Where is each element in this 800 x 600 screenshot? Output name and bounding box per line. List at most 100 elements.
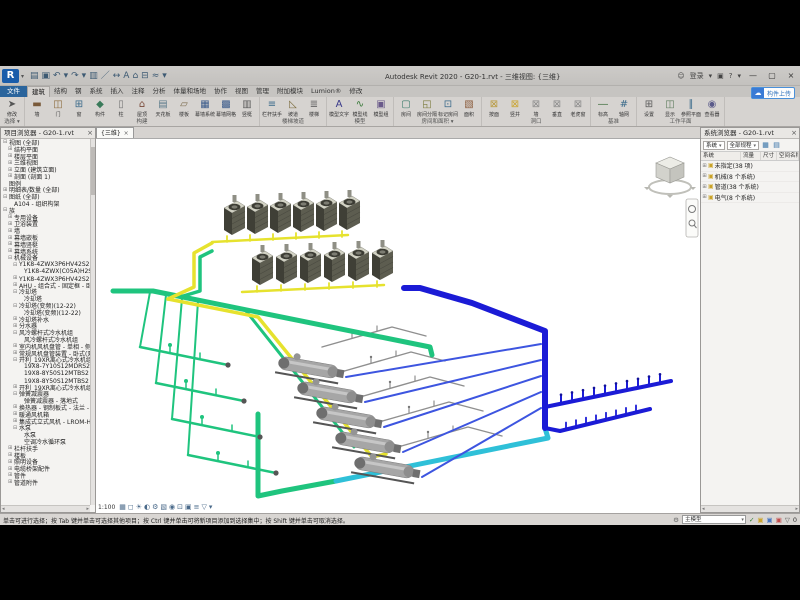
ribbon-tab-系统[interactable]: 系统 <box>86 86 107 97</box>
redo-icon[interactable]: ↷ <box>71 70 79 82</box>
ribbon-button-面积[interactable]: ▧面积 <box>459 98 479 118</box>
ribbon-button-幕墙网格[interactable]: ▩幕墙网格 <box>216 98 236 118</box>
ribbon-button-楼板[interactable]: ▱楼板 <box>174 98 194 118</box>
tree-item[interactable]: ⊞管道附件 <box>1 479 90 486</box>
ribbon-button-墙[interactable]: ▬墙 <box>27 98 47 118</box>
restore-button[interactable]: ▢ <box>765 69 779 82</box>
green-condenser-pipes[interactable] <box>113 251 432 496</box>
ribbon-button-坡道[interactable]: ◺坡道 <box>283 98 303 118</box>
ribbon-tab-结构[interactable]: 结构 <box>50 86 71 97</box>
selection-filter-icon[interactable]: ▽ <box>785 516 790 524</box>
file-tab[interactable]: 文件 <box>0 86 27 97</box>
crop-view-icon[interactable]: ▧ <box>160 503 167 512</box>
minimize-button[interactable]: — <box>746 69 760 82</box>
editable-only-icon[interactable]: ✓ <box>749 516 754 524</box>
chiller-unit[interactable] <box>332 425 403 459</box>
view-tab-3d[interactable]: {三维} × <box>96 127 134 138</box>
system-browser-close-icon[interactable]: × <box>791 128 797 139</box>
scale-button[interactable]: 1:100 <box>98 504 115 511</box>
ribbon-button-楼梯[interactable]: ≣楼梯 <box>304 98 324 118</box>
ribbon-button-老虎窗[interactable]: ⊠老虎窗 <box>568 98 588 118</box>
view-tab-close-icon[interactable]: × <box>124 128 129 138</box>
expand-toggle-icon[interactable]: ⊞ <box>701 173 708 179</box>
undo-caret-icon[interactable]: ▾ <box>64 70 69 82</box>
signin-label[interactable]: 登录 <box>690 71 704 81</box>
ribbon-button-竖梃[interactable]: ▥竖梃 <box>237 98 257 118</box>
open-icon[interactable]: ▤ <box>30 70 39 82</box>
3d-model-viewport[interactable] <box>96 139 700 513</box>
filter-count[interactable]: 0 <box>793 516 797 524</box>
measure-icon[interactable]: ／ <box>101 70 110 82</box>
ribbon-button-柱[interactable]: ▯柱 <box>111 98 131 118</box>
save-icon[interactable]: ▣ <box>42 70 51 82</box>
ribbon-button-修改[interactable]: ➤修改 <box>2 98 22 118</box>
ribbon-tab-建筑[interactable]: 建筑 <box>27 86 50 97</box>
sb-column-系统[interactable]: 系统 <box>701 152 741 160</box>
visual-style-icon[interactable]: ◻ <box>128 503 134 512</box>
constraints-icon[interactable]: ▾ <box>209 503 213 512</box>
system-view-dropdown[interactable]: 系统▾ <box>703 141 725 150</box>
detail-level-icon[interactable]: ▦ <box>119 503 126 512</box>
workset-status-icon[interactable]: ▣ <box>757 516 763 524</box>
ribbon-button-天花板[interactable]: ▤天花板 <box>153 98 173 118</box>
ribbon-tab-注释[interactable]: 注释 <box>128 86 149 97</box>
ribbon-button-门[interactable]: ◫门 <box>48 98 68 118</box>
ribbon-button-标记房间[interactable]: ⊡标记房间 <box>438 98 458 118</box>
project-browser-vscrollbar[interactable] <box>90 139 95 505</box>
rendering-icon[interactable]: ⚙ <box>152 503 158 512</box>
sun-path-icon[interactable]: ☀ <box>136 503 142 512</box>
sb-row[interactable]: ⊞▣未指定(38 项) <box>701 161 799 172</box>
ribbon-tab-视图[interactable]: 视图 <box>231 86 252 97</box>
discipline-dropdown[interactable]: 全部规程▾ <box>727 141 760 150</box>
ribbon-button-模型组[interactable]: ▣模型组 <box>371 98 391 118</box>
ribbon-button-查看器[interactable]: ◉查看器 <box>702 98 722 118</box>
reveal-hidden-icon[interactable]: ≡ <box>194 503 200 512</box>
ribbon-button-窗[interactable]: ⊞窗 <box>69 98 89 118</box>
sb-row[interactable]: ⊞▣管道(38 个系统) <box>701 182 799 193</box>
print-icon[interactable]: ▥ <box>89 70 98 82</box>
drawing-area[interactable]: {三维} × 1:100 ▦◻☀◐⚙▧◉⊡▣≡▽▾ <box>96 127 700 513</box>
lock-3d-icon[interactable]: ⊡ <box>177 503 183 512</box>
ribbon-button-幕墙系统[interactable]: ▦幕墙系统 <box>195 98 215 118</box>
tree-item[interactable]: ⊞集成式立式风机 - LROM-H 型 - 管道式 - 100-375-CN <box>1 418 90 425</box>
aligned-dimension-icon[interactable]: ↔ <box>113 70 121 82</box>
tree-item[interactable]: ⊞AHU - 组合式 - 固定框 - 卧式 - 标准 - 2000 - 50 <box>1 282 90 289</box>
shadows-icon[interactable]: ◐ <box>144 503 150 512</box>
ribbon-button-按面[interactable]: ⊠按面 <box>484 98 504 118</box>
project-browser-hscrollbar[interactable]: ◂▸ <box>1 505 90 512</box>
thin-lines-icon[interactable]: ≈ <box>152 70 160 82</box>
signin-person-icon[interactable]: ☺ <box>677 72 684 80</box>
undo-icon[interactable]: ↶ <box>53 70 61 82</box>
project-browser-title[interactable]: 项目浏览器 - G20-1.rvt × <box>1 128 95 139</box>
chiller-unit[interactable] <box>275 350 346 384</box>
analytical-icon[interactable]: ▽ <box>202 503 207 512</box>
sb-column-尺寸[interactable]: 尺寸 <box>761 152 777 160</box>
qat-customize-caret-icon[interactable]: ▾ <box>162 70 167 82</box>
text-icon[interactable]: A <box>123 70 129 82</box>
ribbon-tab-体量和场地[interactable]: 体量和场地 <box>170 86 211 97</box>
viewcube[interactable] <box>644 157 696 198</box>
ribbon-tab-管理[interactable]: 管理 <box>252 86 273 97</box>
ribbon-tab-插入[interactable]: 插入 <box>107 86 128 97</box>
design-option-icon[interactable]: ▣ <box>767 516 773 524</box>
help-icon[interactable]: ? <box>729 72 733 80</box>
sb-row[interactable]: ⊞▣电气(8 个系统) <box>701 193 799 204</box>
ribbon-button-设置[interactable]: ⊞设置 <box>639 98 659 118</box>
warning-icon[interactable]: ▣ <box>776 516 782 524</box>
expand-toggle-icon[interactable]: ⊞ <box>701 194 708 200</box>
system-browser-title[interactable]: 系统浏览器 - G20-1.rvt × <box>701 128 799 139</box>
help-caret-icon[interactable]: ▾ <box>737 72 741 80</box>
default-3d-view-icon[interactable]: ⌂ <box>132 70 138 82</box>
ribbon-tab-附加模块[interactable]: 附加模块 <box>273 86 307 97</box>
component-upload-button[interactable]: ☁ 构件上传 <box>751 87 795 99</box>
ribbon-button-垂直[interactable]: ⊠垂直 <box>547 98 567 118</box>
ribbon-tab-Lumion®[interactable]: Lumion® <box>307 86 345 97</box>
app-menu-caret-icon[interactable]: ▾ <box>21 73 24 80</box>
system-browser-hscrollbar[interactable]: ◂▸ <box>701 505 799 512</box>
navigation-bar[interactable] <box>686 199 698 237</box>
ribbon-button-竖井[interactable]: ⊠竖井 <box>505 98 525 118</box>
ribbon-button-模型线[interactable]: ∿模型线 <box>350 98 370 118</box>
ribbon-button-构件[interactable]: ◆构件 <box>90 98 110 118</box>
chiller-unit[interactable] <box>313 400 384 434</box>
ribbon-tab-修改[interactable]: 修改 <box>345 86 366 97</box>
